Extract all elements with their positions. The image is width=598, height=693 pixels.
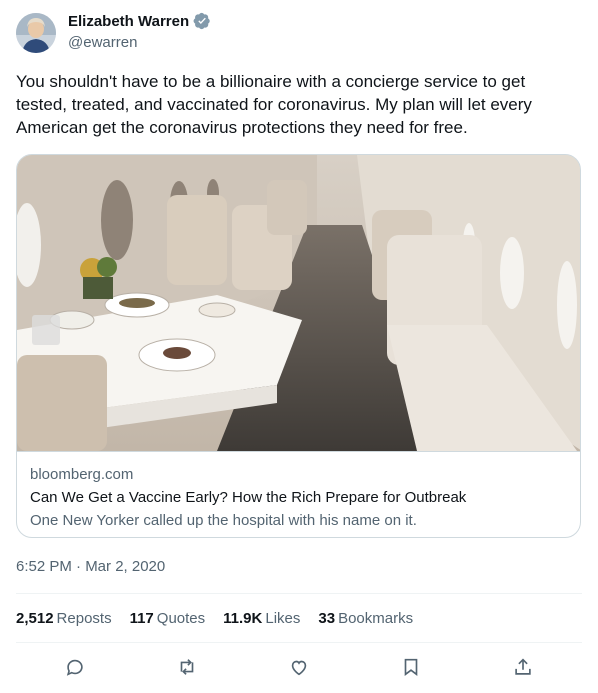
display-name[interactable]: Elizabeth Warren bbox=[68, 13, 189, 30]
bookmarks-stat[interactable]: 33 Bookmarks bbox=[318, 610, 413, 627]
tweet-timestamp[interactable]: 6:52 PM · Mar 2, 2020 bbox=[16, 558, 165, 575]
reposts-stat[interactable]: 2,512 Reposts bbox=[16, 610, 112, 627]
divider bbox=[16, 642, 582, 643]
card-image[interactable] bbox=[17, 155, 581, 451]
verified-badge-icon bbox=[193, 12, 211, 30]
card-title[interactable]: Can We Get a Vaccine Early? How the Rich… bbox=[30, 489, 466, 506]
divider bbox=[16, 593, 582, 594]
card-description: One New Yorker called up the hospital wi… bbox=[30, 512, 417, 529]
quotes-stat[interactable]: 117 Quotes bbox=[130, 610, 206, 627]
card-domain: bloomberg.com bbox=[30, 466, 134, 483]
likes-stat[interactable]: 11.9K Likes bbox=[223, 610, 300, 627]
share-icon[interactable] bbox=[512, 656, 534, 678]
retweet-icon[interactable] bbox=[176, 656, 198, 678]
reply-icon[interactable] bbox=[64, 656, 86, 678]
author-handle[interactable]: @ewarren bbox=[68, 34, 137, 51]
action-bar bbox=[16, 652, 582, 686]
avatar[interactable] bbox=[16, 13, 56, 53]
tweet-header: Elizabeth Warren @ewarren bbox=[16, 10, 582, 58]
tweet-text: You shouldn't have to be a billionaire w… bbox=[16, 72, 532, 137]
card-meta[interactable]: bloomberg.com Can We Get a Vaccine Early… bbox=[17, 451, 580, 537]
link-card[interactable]: bloomberg.com Can We Get a Vaccine Early… bbox=[16, 154, 581, 538]
like-icon[interactable] bbox=[288, 656, 310, 678]
bookmark-icon[interactable] bbox=[400, 656, 422, 678]
engagement-stats: 2,512 Reposts 117 Quotes 11.9K Likes 33 Book… bbox=[16, 610, 431, 627]
